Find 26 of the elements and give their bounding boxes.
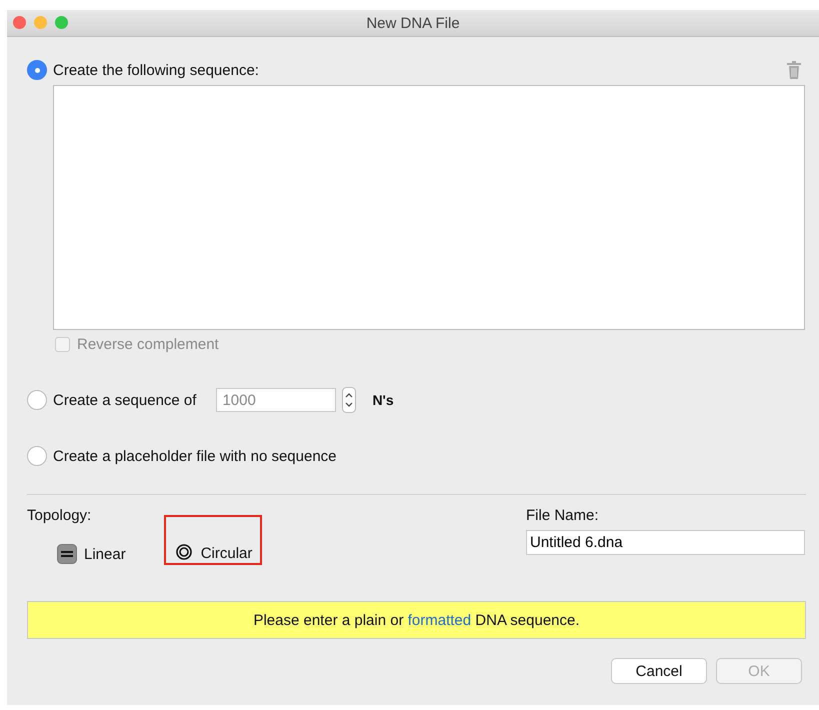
topology-option-label: Circular (200, 545, 252, 562)
sequence-field[interactable] (53, 85, 805, 330)
dialog-button[interactable]: Cancel (611, 658, 707, 684)
number-field[interactable]: 1000 (216, 388, 336, 412)
linear-icon[interactable] (57, 544, 77, 564)
minimize-icon[interactable] (34, 16, 47, 29)
zoom-icon[interactable] (55, 16, 68, 29)
topology-option-label: Linear (84, 546, 126, 562)
radio-button[interactable] (27, 446, 47, 466)
option-label: Create a sequence of (53, 392, 196, 408)
stepper-icon[interactable] (342, 387, 356, 413)
close-icon[interactable] (13, 16, 26, 29)
radio-button[interactable] (27, 60, 47, 80)
unit-label: N's (372, 392, 394, 408)
option-label: Create the following sequence: (53, 62, 259, 78)
checkbox-label: Reverse complement (77, 336, 219, 353)
window-title: New DNA File (366, 14, 460, 32)
file-name-label: File Name: (526, 507, 600, 524)
file-name-field[interactable]: Untitled 6.dna (526, 530, 805, 555)
formatted-link[interactable]: formatted (408, 612, 472, 628)
option-label: Create a placeholder file with no sequence (53, 448, 337, 464)
topology-label: Topology: (27, 507, 92, 524)
message-text: Please enter a plain or formatted DNA sequence. (253, 612, 580, 628)
trash-icon[interactable] (786, 60, 802, 80)
radio-button[interactable] (27, 390, 47, 410)
circular-icon[interactable] (174, 542, 194, 562)
